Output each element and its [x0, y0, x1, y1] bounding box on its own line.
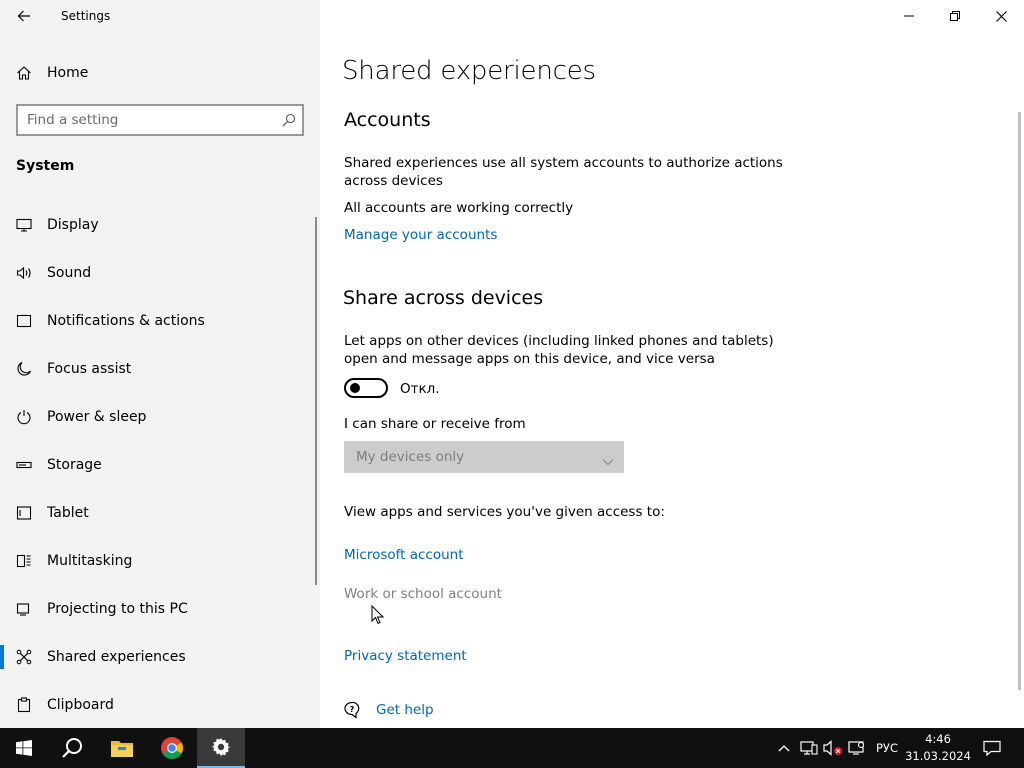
- restore-button[interactable]: [932, 0, 978, 32]
- minimize-icon: [904, 15, 914, 17]
- get-help-link[interactable]: Get help: [376, 702, 434, 718]
- share-from-label: I can share or receive from: [344, 416, 526, 432]
- work-account-link[interactable]: Work or school account: [344, 586, 502, 602]
- clipboard-icon: [14, 695, 34, 715]
- toggle-state-label: Откл.: [400, 381, 440, 397]
- chevron-down-icon: [602, 451, 614, 470]
- toggle-knob: [350, 383, 360, 393]
- sidebar-item-label: Power & sleep: [47, 409, 147, 425]
- accounts-description: Shared experiences use all system accoun…: [344, 155, 783, 189]
- windows-start-icon: [16, 740, 32, 756]
- dropdown-value: My devices only: [356, 449, 465, 465]
- svg-text:?: ?: [350, 705, 355, 714]
- network-button[interactable]: [797, 728, 821, 768]
- taskbar-search-button[interactable]: [48, 728, 96, 768]
- settings-taskbar-button[interactable]: [197, 728, 245, 768]
- close-icon: [995, 10, 1007, 22]
- settings-icon: [212, 738, 230, 756]
- start-button[interactable]: [0, 728, 48, 768]
- restore-icon: [950, 11, 960, 21]
- chevron-up-icon: [778, 745, 790, 752]
- volume-button[interactable]: [821, 728, 845, 768]
- sidebar-item-power-sleep[interactable]: Power & sleep: [0, 395, 320, 439]
- chrome-button[interactable]: [148, 728, 196, 768]
- sidebar-item-label: Notifications & actions: [47, 313, 205, 329]
- tablet-icon: [14, 503, 34, 523]
- sidebar-item-label: Display: [47, 217, 99, 233]
- sidebar-item-label: Sound: [47, 265, 92, 281]
- sidebar-item-projecting[interactable]: Projecting to this PC: [0, 587, 320, 631]
- back-arrow-icon: [17, 10, 30, 22]
- network-icon: [800, 741, 818, 755]
- sidebar-item-label: Home: [47, 65, 89, 81]
- section-heading: System: [16, 158, 75, 174]
- language-indicator[interactable]: РУС: [871, 728, 903, 768]
- app-title: Settings: [61, 9, 111, 23]
- sidebar-item-notifications[interactable]: Notifications & actions: [0, 299, 320, 343]
- sidebar-item-label: Multitasking: [47, 553, 133, 569]
- back-button[interactable]: [8, 0, 40, 32]
- clock[interactable]: 4:46 31.03.2024: [904, 731, 972, 765]
- sidebar-item-label: Projecting to this PC: [47, 601, 188, 617]
- action-center-icon: [983, 740, 1001, 756]
- privacy-statement-link[interactable]: Privacy statement: [344, 648, 467, 664]
- sidebar-scrollbar[interactable]: [315, 217, 317, 585]
- notification-center-button[interactable]: [976, 728, 1008, 768]
- speaker-icon: [14, 263, 34, 283]
- microsoft-account-link[interactable]: Microsoft account: [344, 547, 464, 563]
- home-icon: [14, 63, 34, 83]
- search-input[interactable]: [18, 106, 277, 134]
- close-button[interactable]: [978, 0, 1024, 32]
- main-scrollbar[interactable]: [1018, 112, 1021, 690]
- sidebar: Settings Home System Display Sound Notif…: [0, 0, 320, 728]
- projecting-icon: [14, 599, 34, 619]
- share-description: Let apps on other devices (including lin…: [344, 333, 774, 367]
- sidebar-item-sound[interactable]: Sound: [0, 251, 320, 295]
- action-tray-button[interactable]: [845, 728, 869, 768]
- sidebar-item-storage[interactable]: Storage: [0, 443, 320, 487]
- monitor-icon: [14, 215, 34, 235]
- sidebar-item-clipboard[interactable]: Clipboard: [0, 683, 320, 727]
- file-explorer-button[interactable]: [98, 728, 146, 768]
- minimize-button[interactable]: [886, 0, 932, 32]
- sidebar-item-label: Focus assist: [47, 361, 132, 377]
- file-explorer-icon: [111, 741, 133, 757]
- share-from-dropdown[interactable]: My devices only: [344, 441, 624, 473]
- page-title: Shared experiences: [342, 56, 596, 86]
- access-label: View apps and services you've given acce…: [344, 504, 665, 520]
- accounts-heading: Accounts: [344, 109, 431, 131]
- share-toggle[interactable]: [344, 378, 388, 398]
- share-heading: Share across devices: [343, 287, 544, 309]
- accounts-status: All accounts are working correctly: [344, 200, 574, 216]
- show-hidden-icons-button[interactable]: [774, 728, 794, 768]
- sidebar-item-label: Clipboard: [47, 697, 114, 713]
- volume-muted-icon: [823, 740, 842, 756]
- sidebar-item-label: Tablet: [47, 505, 89, 521]
- storage-icon: [14, 455, 34, 475]
- sidebar-item-home[interactable]: Home: [0, 51, 320, 95]
- shared-experiences-icon: [14, 647, 34, 667]
- display-settings-icon: [848, 741, 865, 755]
- clock-time: 4:46: [925, 732, 951, 746]
- multitasking-icon: [14, 551, 34, 571]
- power-icon: [14, 407, 34, 427]
- sidebar-item-shared-experiences[interactable]: Shared experiences: [0, 635, 320, 679]
- sidebar-item-label: Shared experiences: [47, 649, 186, 665]
- search-icon: [62, 738, 82, 758]
- moon-icon: [14, 359, 34, 379]
- mouse-cursor: [371, 604, 385, 629]
- search-box[interactable]: [16, 104, 304, 136]
- search-icon[interactable]: [282, 112, 296, 131]
- sidebar-item-label: Storage: [47, 457, 102, 473]
- chrome-icon: [161, 737, 183, 759]
- sidebar-item-display[interactable]: Display: [0, 203, 320, 247]
- sidebar-item-tablet[interactable]: Tablet: [0, 491, 320, 535]
- manage-accounts-link[interactable]: Manage your accounts: [344, 227, 497, 243]
- get-help-icon: ?: [343, 701, 361, 723]
- taskbar: РУС 4:46 31.03.2024: [0, 728, 1024, 768]
- notification-icon: [14, 311, 34, 331]
- clock-date: 31.03.2024: [905, 749, 971, 763]
- sidebar-item-multitasking[interactable]: Multitasking: [0, 539, 320, 583]
- sidebar-item-focus-assist[interactable]: Focus assist: [0, 347, 320, 391]
